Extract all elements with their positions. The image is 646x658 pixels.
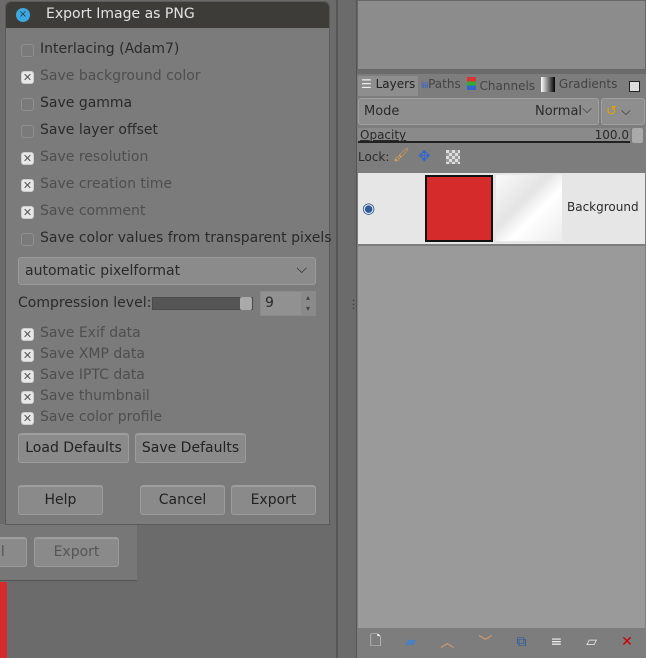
checkbox-label[interactable]: Save creation time [40,176,172,192]
parent-export-button[interactable]: Export [34,537,119,567]
checkbox-label[interactable]: Save XMP data [40,346,145,362]
checkbox-label[interactable]: Interlacing (Adam7) [40,41,179,57]
checkbox-label[interactable]: Save resolution [40,149,148,165]
checkbox-label[interactable]: Save gamma [40,95,132,111]
export-button[interactable]: Export [231,485,316,515]
checkbox[interactable] [21,125,34,138]
tab-gradients[interactable]: Gradients [538,76,620,96]
opacity-spin-icon[interactable] [632,128,643,143]
slider-handle[interactable] [240,297,252,310]
mode-value: Normal [535,104,583,119]
opacity-slider[interactable]: Opacity 100.0 [358,128,630,143]
close-icon[interactable]: × [16,8,30,22]
checkbox[interactable]: ✕ [21,412,34,425]
checkbox-label[interactable]: Save color values from transparent pixel… [40,230,332,246]
chevron-down-icon: ⌵ [582,102,592,117]
composite-mode-button[interactable]: ↺ ⌵ [601,98,645,125]
lock-position-icon[interactable]: ✥ [418,147,431,165]
chevron-down-icon: ⌵ [621,104,631,119]
cancel-button[interactable]: Cancel [140,485,225,515]
anchor-layer-icon[interactable]: ▱ [586,634,597,650]
canvas-image-edge [0,582,7,658]
spin-arrows-icon[interactable]: ▴ ▾ [301,292,315,315]
layers-toolbar: 🗋 ▰ ︿ ﹀ ⧉ ≡ ▱ ✕ [358,628,645,656]
dock-tabs: ☰ Layers ⩎Paths Channels Gradients [358,76,620,96]
compression-value: 9 [265,295,274,311]
new-layer-group-icon[interactable]: ▰ [405,634,416,650]
checkbox[interactable]: ✕ [21,349,34,362]
checkbox-label[interactable]: Save IPTC data [40,367,145,383]
checkbox[interactable]: ✕ [21,391,34,404]
compression-spinbox[interactable]: 9 ▴ ▾ [260,291,316,316]
layer-row[interactable]: ◉ Background [358,173,645,244]
checkbox-label[interactable]: Save layer offset [40,122,158,138]
checkbox[interactable] [21,44,34,57]
checkbox[interactable] [21,233,34,246]
opacity-label: Opacity [360,128,407,142]
lock-pixels-icon[interactable]: 🖌 [393,148,410,163]
layers-icon: ☰ [361,77,372,91]
dialog-title: Export Image as PNG [46,6,195,22]
checkbox[interactable]: ✕ [21,328,34,341]
tab-layers[interactable]: ☰ Layers [358,76,419,96]
mode-select[interactable]: Mode Normal ⌵ [358,98,599,125]
tab-channels[interactable]: Channels [464,76,538,96]
drag-handle-icon[interactable]: · · · [352,297,355,315]
checkbox-label[interactable]: Save color profile [40,409,162,425]
checkbox-label[interactable]: Save Exif data [40,325,141,341]
duplicate-layer-icon[interactable]: ⧉ [516,634,526,650]
new-layer-icon[interactable]: 🗋 [370,630,381,654]
parent-cancel-button[interactable]: el [0,537,27,567]
help-button[interactable]: Help [18,485,103,515]
composite-icon: ↺ [606,104,617,119]
compression-slider[interactable] [152,297,253,310]
channels-icon [466,77,476,90]
lock-alpha-icon[interactable] [446,150,460,164]
chevron-down-icon: ⌵ [296,261,307,277]
checkbox-label[interactable]: Save comment [40,203,145,219]
checkbox[interactable]: ✕ [21,152,34,165]
layer-name: Background [567,200,639,214]
compression-label: Compression level: [18,295,152,311]
load-defaults-button[interactable]: Load Defaults [18,433,129,463]
opacity-value: 100.0 [594,128,629,142]
lower-layer-icon[interactable]: ﹀ [478,632,492,652]
gradients-icon [541,77,556,92]
pixelformat-select[interactable]: automatic pixelformat ⌵ [18,257,316,285]
visibility-eye-icon[interactable]: ◉ [362,199,375,217]
layers-list [358,246,645,628]
raise-layer-icon[interactable]: ︿ [440,632,454,652]
checkbox[interactable]: ✕ [21,179,34,192]
layer-thumbnail [425,175,493,242]
lock-label: Lock: [358,150,390,164]
mode-label: Mode [364,104,400,119]
delete-layer-icon[interactable]: ✕ [621,634,633,650]
checkbox-label[interactable]: Save thumbnail [40,388,150,404]
dock-menu-icon[interactable] [629,81,640,92]
pixelformat-value: automatic pixelformat [25,263,181,279]
checkbox-label[interactable]: Save background color [40,68,201,84]
tab-paths[interactable]: ⩎Paths [418,76,463,96]
pane-divider[interactable] [336,0,357,658]
dialog-titlebar: × Export Image as PNG [6,2,329,28]
layer-mask-thumbnail [496,175,562,241]
merge-layer-icon[interactable]: ≡ [550,634,562,650]
checkbox[interactable]: ✕ [21,206,34,219]
save-defaults-button[interactable]: Save Defaults [135,433,246,463]
checkbox[interactable]: ✕ [21,71,34,84]
checkbox[interactable] [21,98,34,111]
top-dock-area [357,0,646,70]
checkbox[interactable]: ✕ [21,370,34,383]
